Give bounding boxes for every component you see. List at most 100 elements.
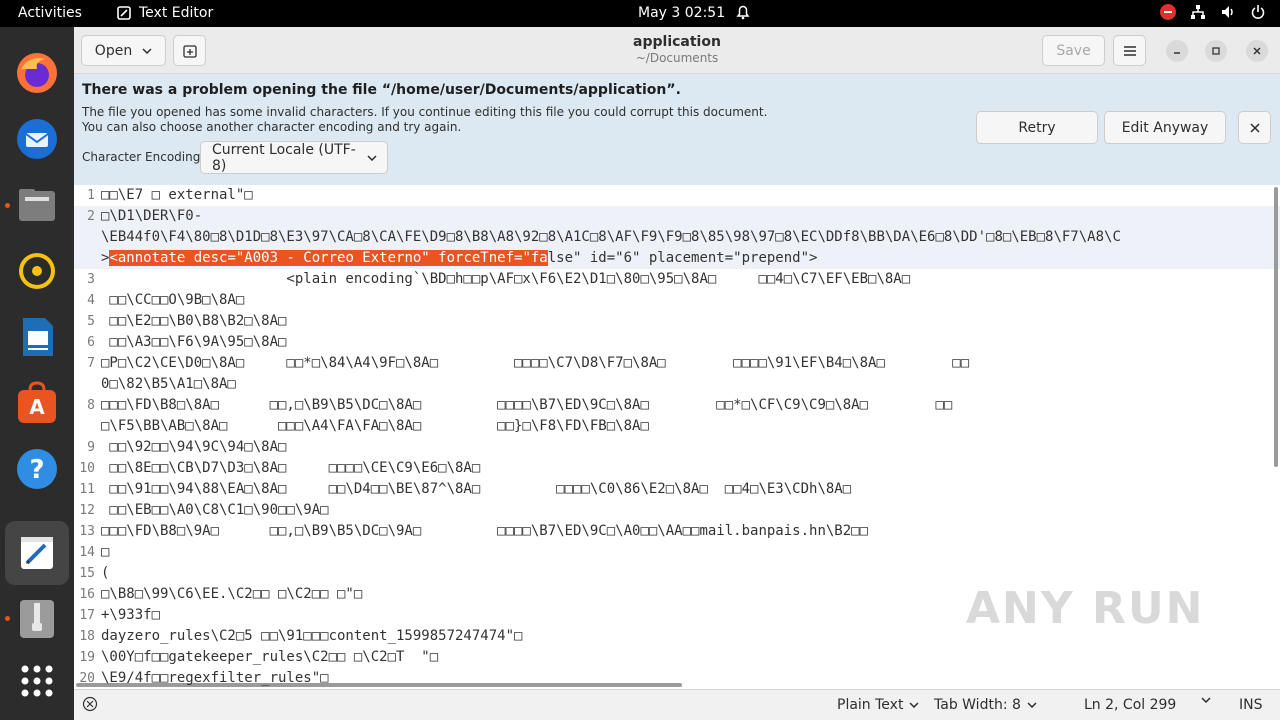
top-bar: Activities Text Editor May 3 02:51 bbox=[0, 0, 1280, 27]
text-editor-small-icon bbox=[117, 6, 131, 20]
save-button[interactable]: Save bbox=[1042, 35, 1105, 66]
encoding-value: Current Locale (UTF-8) bbox=[212, 141, 356, 174]
thunderbird-icon[interactable] bbox=[13, 115, 61, 163]
files-icon[interactable] bbox=[13, 181, 61, 229]
line-text: □□\8E□□\CB\D7\D3□\8A□ □□□□\CE\C9\E6□\8A□ bbox=[101, 460, 481, 476]
line-number: 19 bbox=[79, 650, 95, 665]
maximize-icon bbox=[1212, 47, 1220, 55]
power-icon[interactable] bbox=[1250, 4, 1266, 20]
open-button[interactable]: Open bbox=[81, 35, 166, 66]
line-text: □□□\FD\B8□\8A□ □□,□\B9\B5\DC□\8A□ □□□□\B… bbox=[101, 397, 953, 413]
insert-mode-label: INS bbox=[1239, 697, 1263, 713]
recording-stop-icon[interactable] bbox=[1160, 4, 1176, 20]
text-editor-icon[interactable] bbox=[5, 521, 69, 585]
chevron-down-icon bbox=[142, 47, 152, 54]
line-text: □□\E2□□\B0\B8\B2□\8A□ bbox=[101, 313, 287, 329]
volume-icon[interactable] bbox=[1220, 4, 1236, 20]
chevron-down-icon bbox=[1201, 697, 1211, 703]
line-text: +\933f□ bbox=[101, 607, 161, 623]
retry-button[interactable]: Retry bbox=[976, 111, 1098, 144]
close-icon bbox=[1253, 47, 1261, 55]
status-spinner-icon bbox=[82, 696, 98, 716]
line-number: 4 bbox=[87, 293, 95, 308]
line-text: □□□\FD\B8□\9A□ □□,□\B9\B5\DC□\9A□ □□□□\B… bbox=[101, 523, 869, 539]
system-tray[interactable] bbox=[1160, 4, 1266, 20]
selected-text: <annotate desc="A003 - Correo Externo" f… bbox=[109, 250, 548, 266]
archive-icon[interactable] bbox=[13, 595, 61, 643]
network-icon[interactable] bbox=[1190, 4, 1206, 20]
tab-width-label: Tab Width: 8 bbox=[934, 697, 1021, 713]
cursor-position-selector[interactable]: Ln 2, Col 299 bbox=[1084, 697, 1176, 713]
main-menu-button[interactable] bbox=[1113, 35, 1146, 66]
line-text: □ bbox=[101, 544, 110, 560]
clock[interactable]: May 3 02:51 bbox=[638, 5, 725, 21]
dock: A ? bbox=[0, 27, 74, 720]
line-text: □□\91□□\94\88\EA□\8A□ □□\D4□□\BE\87^\8A□… bbox=[101, 481, 852, 497]
line-text: □\D1\DER\F0- bbox=[101, 208, 203, 224]
rhythmbox-icon[interactable] bbox=[13, 247, 61, 295]
cursor-position-label: Ln 2, Col 299 bbox=[1084, 697, 1177, 713]
line-text: □□\CC□□O\9B□\8A□ bbox=[101, 292, 245, 308]
new-tab-icon bbox=[182, 44, 197, 58]
line-number: 18 bbox=[79, 629, 95, 644]
line-text: □\B8□\99\C6\EE.\C2□□ □\C2□□ □"□ bbox=[101, 586, 363, 602]
infobar-close-button[interactable] bbox=[1238, 111, 1271, 144]
minimize-icon bbox=[1174, 52, 1180, 54]
language-selector[interactable]: Plain Text bbox=[837, 697, 919, 713]
line-number: 6 bbox=[87, 335, 95, 350]
line-text: <plain encoding`\BD□h□□p\AF□x\F6\E2\D1□\… bbox=[101, 271, 911, 287]
line-number: 8 bbox=[87, 398, 95, 413]
line-number: 5 bbox=[87, 314, 95, 329]
line-number: 17 bbox=[79, 608, 95, 623]
apps-grid-icon[interactable] bbox=[13, 657, 61, 705]
chevron-down-icon bbox=[1027, 702, 1037, 708]
activities-button[interactable]: Activities bbox=[18, 5, 82, 21]
line-text: \EB44f0\F4\80□8\D1D□8\E3\97\CA□8\CA\FE\D… bbox=[101, 229, 1121, 245]
line-number: 11 bbox=[79, 482, 95, 497]
encoding-select[interactable]: Current Locale (UTF-8) bbox=[200, 141, 388, 174]
writer-icon[interactable] bbox=[13, 313, 61, 361]
line-number: 7 bbox=[87, 356, 95, 371]
hamburger-icon bbox=[1123, 45, 1136, 56]
tab-width-selector[interactable]: Tab Width: 8 bbox=[934, 697, 1037, 713]
new-tab-button[interactable] bbox=[173, 35, 206, 66]
svg-text:?: ? bbox=[29, 455, 44, 485]
infobar-message-line-2: You can also choose another character en… bbox=[82, 120, 462, 134]
infobar-title: There was a problem opening the file “/h… bbox=[82, 82, 681, 98]
close-button[interactable] bbox=[1246, 40, 1268, 62]
software-icon[interactable]: A bbox=[13, 379, 61, 427]
vertical-scrollbar[interactable] bbox=[1274, 187, 1278, 467]
maximize-button[interactable] bbox=[1205, 40, 1227, 62]
line-number: 3 bbox=[87, 272, 95, 287]
minimize-button[interactable] bbox=[1166, 40, 1188, 62]
line-text-after-selection: lse" id="6" placement="prepend"> bbox=[547, 250, 818, 266]
chevron-down-icon bbox=[909, 702, 919, 708]
open-label: Open bbox=[94, 42, 133, 59]
line-text: □□\EB□□\A0\C8\C1□\90□□\9A□ bbox=[101, 502, 329, 518]
header-bar: Open application ~/Documents Save bbox=[74, 27, 1280, 74]
app-menu[interactable]: Text Editor bbox=[117, 5, 213, 21]
insert-mode-indicator[interactable]: INS bbox=[1239, 697, 1263, 713]
line-text: 0□\82\B5\A1□\8A□ bbox=[101, 376, 236, 392]
line-number: 16 bbox=[79, 587, 95, 602]
edit-anyway-button[interactable]: Edit Anyway bbox=[1104, 111, 1226, 144]
language-label: Plain Text bbox=[837, 697, 904, 713]
close-icon bbox=[1249, 122, 1260, 133]
line-text: □□\E7 □ external"□ bbox=[101, 187, 253, 203]
line-text: □P□\C2\CE\D0□\8A□ □□*□\84\A4\9F□\8A□ □□□… bbox=[101, 355, 970, 371]
cursor-position-dropdown[interactable] bbox=[1201, 697, 1211, 703]
line-number: 9 bbox=[87, 440, 95, 455]
line-number: 12 bbox=[79, 503, 95, 518]
firefox-icon[interactable] bbox=[13, 49, 61, 97]
line-text: \E9/4f□□regexfilter_rules"□ bbox=[101, 670, 329, 686]
line-number: 2 bbox=[87, 209, 95, 224]
watermark-logo: ANY RUN bbox=[966, 583, 1205, 634]
status-bar: Plain Text Tab Width: 8 Ln 2, Col 299 IN… bbox=[74, 689, 1280, 720]
line-text: dayzero_rules\C2□5 □□\91□□□content_15998… bbox=[101, 628, 523, 644]
line-number: 10 bbox=[79, 461, 95, 476]
help-icon[interactable]: ? bbox=[13, 445, 61, 493]
line-text: ( bbox=[101, 565, 110, 581]
encoding-label: Character Encoding: bbox=[82, 150, 205, 164]
notification-bell-icon[interactable] bbox=[736, 4, 750, 24]
line-number: 15 bbox=[79, 566, 95, 581]
